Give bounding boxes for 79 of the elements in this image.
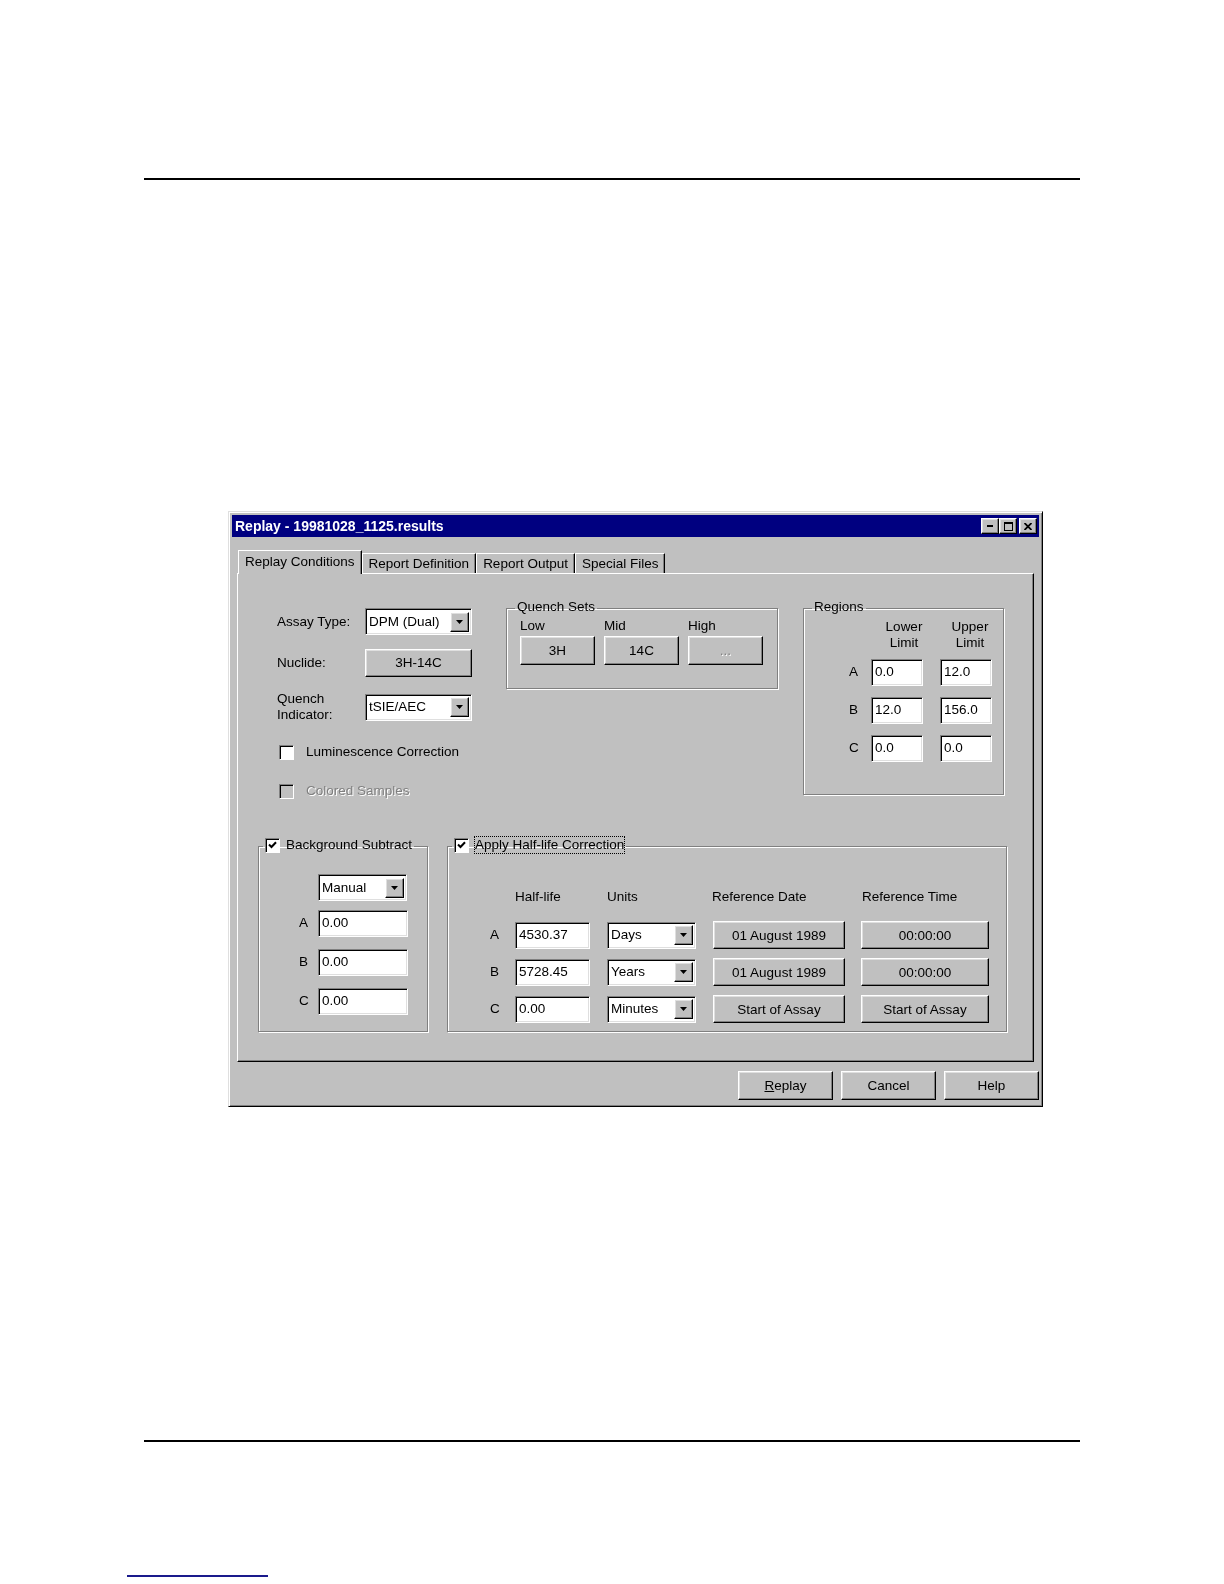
maximize-icon (1003, 521, 1013, 531)
input-field[interactable]: 0.00 (318, 949, 408, 976)
input-field[interactable]: 0.00 (318, 910, 408, 937)
minimize-icon (987, 525, 993, 527)
row-label: B (490, 963, 500, 982)
input-field[interactable]: 0.00 (318, 988, 408, 1015)
button[interactable]: Help (944, 1071, 1039, 1100)
window-title: Replay - 19981028_1125.results (235, 516, 444, 536)
button[interactable]: Start of Assay (861, 995, 989, 1024)
checkbox[interactable] (265, 837, 280, 853)
close-icon (1024, 522, 1032, 530)
column-header: Lower Limit (884, 619, 924, 651)
button[interactable]: 00:00:00 (861, 958, 989, 987)
tab[interactable]: Replay Conditions (238, 550, 362, 574)
row-label: A (490, 926, 500, 945)
input-field[interactable]: 156.0 (940, 697, 992, 724)
dropdown[interactable]: DPM (Dual) (365, 608, 472, 635)
row-label: A (849, 663, 859, 682)
checkbox[interactable] (454, 837, 469, 853)
column-header: Reference Date (712, 888, 808, 906)
tab[interactable]: Special Files (574, 553, 666, 573)
row-label: B (849, 701, 859, 720)
button[interactable]: 3H (520, 636, 595, 666)
input-field[interactable]: 0.0 (871, 735, 923, 762)
input-field[interactable]: 12.0 (871, 697, 923, 724)
group-title: Quench Sets (516, 599, 597, 615)
checkmark-icon (457, 841, 466, 849)
field-label: Nuclide: (277, 655, 327, 671)
button[interactable]: 14C (604, 636, 679, 666)
row-label: C (490, 1000, 501, 1019)
row-label: A (299, 914, 309, 933)
input-field[interactable]: 0.0 (940, 735, 992, 762)
button[interactable]: Replay (738, 1071, 833, 1100)
caret-icon (456, 619, 463, 624)
row-label: B (299, 953, 309, 972)
button[interactable]: Start of Assay (713, 995, 845, 1024)
group-title: Regions (813, 599, 865, 615)
button[interactable]: Cancel (841, 1071, 936, 1100)
column-header: Half-life (515, 888, 562, 906)
column-label: High (688, 617, 717, 635)
checkbox-label[interactable]: Apply Half-life Correction (475, 837, 625, 853)
tab[interactable]: Report Output (476, 553, 575, 573)
row-label: C (299, 992, 310, 1011)
input-field[interactable]: 4530.37 (515, 921, 590, 949)
column-label: Mid (604, 617, 627, 635)
dropdown[interactable]: Manual (318, 874, 407, 901)
field-label: Assay Type: (277, 613, 352, 630)
column-header: Reference Time (862, 888, 959, 906)
row-label: C (849, 739, 860, 758)
input-field[interactable]: 12.0 (940, 659, 992, 686)
button[interactable]: 3H-14C (365, 649, 472, 677)
minimize-button[interactable] (981, 518, 999, 534)
caret-icon (680, 1007, 687, 1012)
column-label: Low (520, 617, 546, 635)
maximize-button[interactable] (999, 518, 1017, 534)
checkbox[interactable] (279, 744, 294, 760)
button[interactable]: 01 August 1989 (713, 958, 845, 987)
tab[interactable]: Report Definition (361, 553, 477, 573)
dropdown[interactable]: Days (607, 921, 696, 949)
caret-icon (680, 970, 687, 975)
column-header: Units (607, 888, 639, 906)
button[interactable]: 01 August 1989 (713, 921, 845, 950)
dropdown[interactable]: Minutes (607, 995, 696, 1023)
caret-icon (680, 933, 687, 938)
checkbox-label: Colored Samples (306, 782, 410, 801)
dropdown[interactable]: Years (607, 958, 696, 986)
caret-icon (391, 885, 398, 890)
checkbox-label[interactable]: Background Subtract (286, 837, 413, 853)
button[interactable]: 00:00:00 (861, 921, 989, 950)
caret-icon (456, 705, 463, 709)
field-label: Quench Indicator: (277, 691, 334, 723)
checkbox-label: Luminescence Correction (306, 743, 460, 761)
column-header: Upper Limit (950, 619, 990, 651)
dropdown[interactable]: tSIE/AEC (365, 693, 472, 721)
input-field[interactable]: 5728.45 (515, 958, 590, 986)
close-button[interactable] (1019, 518, 1037, 534)
input-field[interactable]: 0.0 (871, 659, 923, 686)
input-field[interactable]: 0.00 (515, 995, 590, 1023)
checkmark-icon (268, 841, 277, 849)
